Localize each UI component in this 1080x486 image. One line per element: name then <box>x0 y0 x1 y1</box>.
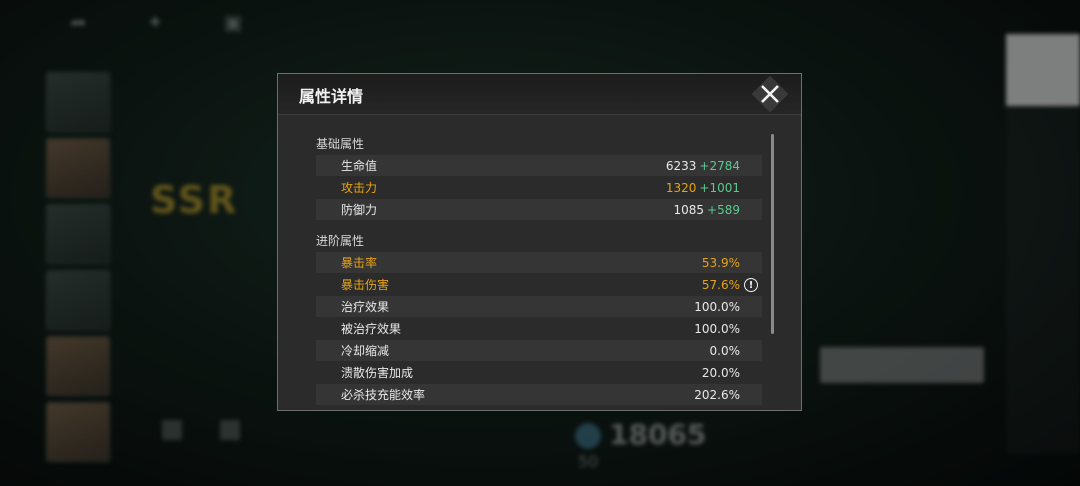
stat-row-attack: 攻击力 1320 +1001 <box>316 177 762 198</box>
basic-section-title: 基础属性 <box>316 137 365 151</box>
attribute-details-dialog: 属性详情 基础属性 生命值 6233 +2784 攻击力 1320 +1001 防御… <box>277 73 802 411</box>
stat-row-heal-effect: 治疗效果 100.0% <box>316 296 762 317</box>
stat-row-crit-damage: 暴击伤害 57.6% <box>316 274 762 295</box>
stat-label: 冷却缩减 <box>341 344 390 358</box>
stat-value: 57.6% <box>701 277 740 292</box>
stat-value: 1085 <box>673 202 705 217</box>
stat-row-break-damage: 溃散伤害加成 20.0% <box>316 362 762 383</box>
stat-row-healed-effect: 被治疗效果 100.0% <box>316 318 762 339</box>
close-icon <box>761 85 779 103</box>
stat-value: 6233 <box>665 158 697 173</box>
stat-bonus: +2784 <box>699 158 740 173</box>
advanced-section-title: 进阶属性 <box>316 234 365 248</box>
stat-label: 防御力 <box>341 203 378 217</box>
stat-label: 暴击伤害 <box>341 278 390 292</box>
stat-label: 必杀技充能效率 <box>341 388 426 402</box>
close-button[interactable] <box>753 79 787 109</box>
stat-row-crit-rate: 暴击率 53.9% <box>316 252 762 273</box>
stat-row-hp: 生命值 6233 +2784 <box>316 155 762 176</box>
stat-value: 1320 <box>665 180 697 195</box>
stat-value: 100.0% <box>694 299 740 314</box>
scrollbar[interactable] <box>771 134 774 334</box>
stat-row-defense: 防御力 1085 +589 <box>316 199 762 220</box>
stat-value: 20.0% <box>701 365 740 380</box>
stat-label: 暴击率 <box>341 256 378 270</box>
stat-label: 被治疗效果 <box>341 322 402 336</box>
stat-bonus: +1001 <box>699 180 740 195</box>
stat-label: 治疗效果 <box>341 300 390 314</box>
stat-label: 生命值 <box>341 159 378 173</box>
stat-label: 攻击力 <box>341 181 378 195</box>
stat-value: 0.0% <box>709 343 741 358</box>
stat-value: 202.6% <box>694 387 740 402</box>
stat-value: 53.9% <box>701 255 740 270</box>
stat-row-cooldown-reduction: 冷却缩减 0.0% <box>316 340 762 361</box>
dialog-content[interactable]: 基础属性 生命值 6233 +2784 攻击力 1320 +1001 防御力 108… <box>278 114 801 410</box>
dialog-header: 属性详情 <box>278 74 801 115</box>
dialog-title: 属性详情 <box>299 87 364 106</box>
stat-row-ultimate-charge: 必杀技充能效率 202.6% <box>316 384 762 405</box>
info-icon[interactable]: ! <box>744 278 758 292</box>
stat-value: 100.0% <box>694 321 740 336</box>
stat-label: 溃散伤害加成 <box>341 366 414 380</box>
stat-bonus: +589 <box>707 202 740 217</box>
